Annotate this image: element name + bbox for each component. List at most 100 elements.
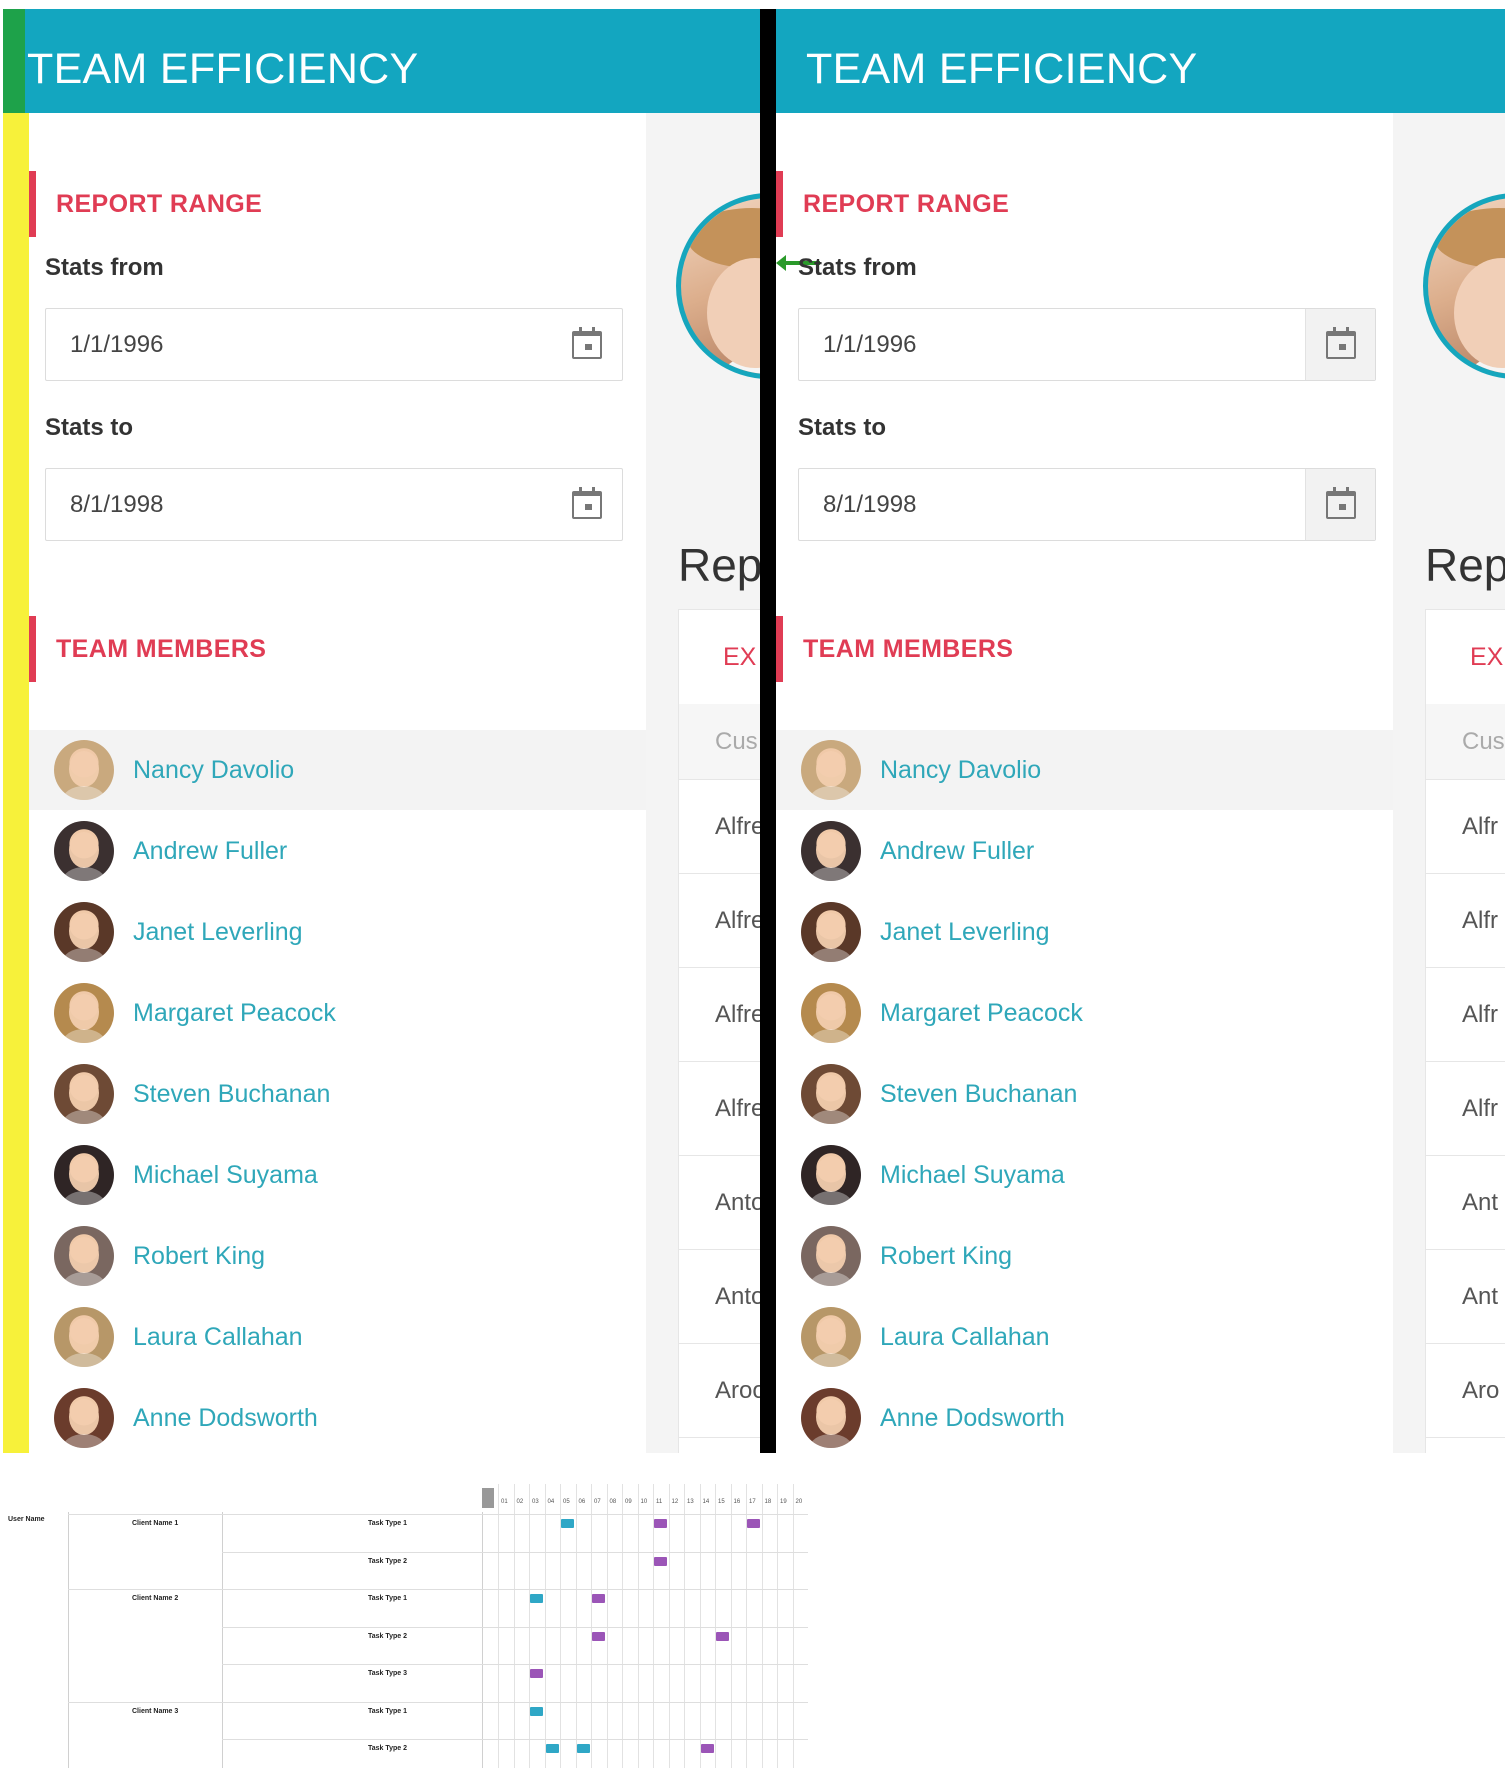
stats-from-label: Stats from (798, 254, 917, 281)
table-row[interactable]: Anto (679, 1250, 760, 1344)
task-bar[interactable] (561, 1519, 574, 1528)
member-avatar (801, 821, 861, 881)
member-name-link[interactable]: Steven Buchanan (133, 1080, 330, 1109)
member-name-link[interactable]: Robert King (133, 1242, 265, 1271)
timeline-tick: 07 (594, 1499, 601, 1505)
member-name-link[interactable]: Janet Leverling (133, 918, 303, 947)
stats-from-datepicker[interactable]: 1/1/1996 (45, 308, 623, 381)
member-name-link[interactable]: Anne Dodsworth (880, 1404, 1065, 1433)
client-name-label: Client Name 2 (132, 1595, 179, 1602)
team-member-item[interactable]: Margaret Peacock (776, 973, 1393, 1053)
export-button[interactable]: EX (1426, 610, 1505, 704)
timeline-scroll-button[interactable] (482, 1488, 494, 1508)
team-member-item[interactable]: Anne Dodsworth (29, 1378, 646, 1453)
table-row[interactable]: Ant (1426, 1156, 1505, 1250)
table-row[interactable]: Alfr (1426, 1062, 1505, 1156)
team-member-item[interactable]: Andrew Fuller (29, 811, 646, 891)
team-member-item[interactable]: Steven Buchanan (776, 1054, 1393, 1134)
task-bar[interactable] (747, 1519, 760, 1528)
column-divider (482, 1512, 483, 1768)
member-name-link[interactable]: Margaret Peacock (133, 999, 336, 1028)
table-row[interactable]: Alfr (1426, 968, 1505, 1062)
timeline-tick: 05 (563, 1499, 570, 1505)
task-bar[interactable] (716, 1631, 729, 1641)
table-row[interactable]: Alfre (679, 1062, 760, 1156)
task-bar[interactable] (530, 1706, 543, 1716)
stats-from-datepicker[interactable]: 1/1/1996 (798, 308, 1376, 381)
stats-from-calendar-button[interactable] (1305, 309, 1375, 380)
table-row[interactable]: Aroo (679, 1344, 760, 1438)
table-row[interactable]: Alfre (679, 780, 760, 874)
member-name-link[interactable]: Andrew Fuller (880, 837, 1034, 866)
table-row[interactable]: Ant (1426, 1250, 1505, 1344)
member-name-link[interactable]: Andrew Fuller (133, 837, 287, 866)
team-member-item[interactable]: Steven Buchanan (29, 1054, 646, 1134)
team-member-item[interactable]: Laura Callahan (776, 1297, 1393, 1377)
task-bar[interactable] (592, 1594, 605, 1603)
team-member-item[interactable]: Robert King (776, 1216, 1393, 1296)
table-row[interactable]: Alfr (1426, 874, 1505, 968)
member-name-link[interactable]: Anne Dodsworth (133, 1404, 318, 1433)
table-row[interactable]: Anto (679, 1156, 760, 1250)
task-type-label: Task Type 1 (368, 1707, 408, 1715)
member-name-link[interactable]: Laura Callahan (133, 1323, 303, 1352)
member-avatar (801, 1226, 861, 1286)
member-name-link[interactable]: Steven Buchanan (880, 1080, 1077, 1109)
team-member-item[interactable]: Nancy Davolio (29, 730, 646, 810)
team-member-item[interactable]: Robert King (29, 1216, 646, 1296)
member-name-link[interactable]: Janet Leverling (880, 918, 1050, 947)
member-name-link[interactable]: Michael Suyama (880, 1161, 1065, 1190)
member-name-link[interactable]: Nancy Davolio (133, 756, 294, 785)
task-bar[interactable] (530, 1669, 543, 1678)
task-type-label: Task Type 1 (368, 1520, 408, 1527)
task-type-label: Task Type 2 (368, 1557, 408, 1565)
stats-from-value[interactable]: 1/1/1996 (70, 331, 163, 359)
member-name-link[interactable]: Michael Suyama (133, 1161, 318, 1190)
table-row[interactable]: Alfr (1426, 780, 1505, 874)
task-bar[interactable] (592, 1631, 605, 1641)
task-bar[interactable] (530, 1594, 543, 1603)
task-bar[interactable] (545, 1744, 559, 1753)
stats-to-datepicker[interactable]: 8/1/1998 (45, 468, 623, 541)
stats-from-calendar-button[interactable] (552, 309, 622, 380)
task-bar[interactable] (654, 1519, 667, 1528)
table-row[interactable]: Alfre (679, 874, 760, 968)
member-name-link[interactable]: Margaret Peacock (880, 999, 1083, 1028)
stats-to-calendar-button[interactable] (552, 469, 622, 540)
stats-to-datepicker[interactable]: 8/1/1998 (798, 468, 1376, 541)
team-member-item[interactable]: Janet Leverling (29, 892, 646, 972)
team-member-item[interactable]: Michael Suyama (29, 1135, 646, 1215)
member-name-link[interactable]: Robert King (880, 1242, 1012, 1271)
filter-sidebar: REPORT RANGE Stats from 1/1/1996 Stats t… (776, 113, 1393, 1453)
row-divider (68, 1701, 808, 1703)
team-member-item[interactable]: Michael Suyama (776, 1135, 1393, 1215)
team-member-item[interactable]: Margaret Peacock (29, 973, 646, 1053)
stats-to-value[interactable]: 8/1/1998 (70, 491, 163, 519)
team-member-item[interactable]: Anne Dodsworth (776, 1378, 1393, 1453)
team-member-item[interactable]: Andrew Fuller (776, 811, 1393, 891)
stats-to-calendar-button[interactable] (1305, 469, 1375, 540)
member-avatar (54, 1145, 114, 1205)
team-member-item[interactable]: Laura Callahan (29, 1297, 646, 1377)
task-bar[interactable] (700, 1744, 714, 1753)
stats-to-value[interactable]: 8/1/1998 (823, 491, 916, 519)
team-member-item[interactable]: Nancy Davolio (776, 730, 1393, 810)
task-bar[interactable] (576, 1744, 590, 1753)
timeline-tick: 11 (656, 1499, 663, 1505)
header-accent (3, 9, 25, 113)
stats-to-label: Stats to (798, 414, 887, 441)
stats-from-value[interactable]: 1/1/1996 (823, 331, 916, 359)
member-avatar (54, 740, 114, 800)
export-button[interactable]: EX (679, 610, 760, 704)
row-divider (68, 1589, 808, 1590)
report-range-heading: REPORT RANGE (29, 171, 262, 237)
timeline-tick: 20 (795, 1499, 803, 1505)
team-member-item[interactable]: Janet Leverling (776, 892, 1393, 972)
member-name-link[interactable]: Nancy Davolio (880, 756, 1041, 785)
team-members-heading: TEAM MEMBERS (776, 616, 1013, 682)
table-row[interactable]: Aro (1426, 1344, 1505, 1438)
task-bar[interactable] (654, 1556, 667, 1566)
member-name-link[interactable]: Laura Callahan (880, 1323, 1050, 1352)
table-row[interactable]: Alfre (679, 968, 760, 1062)
calendar-icon (572, 326, 602, 359)
